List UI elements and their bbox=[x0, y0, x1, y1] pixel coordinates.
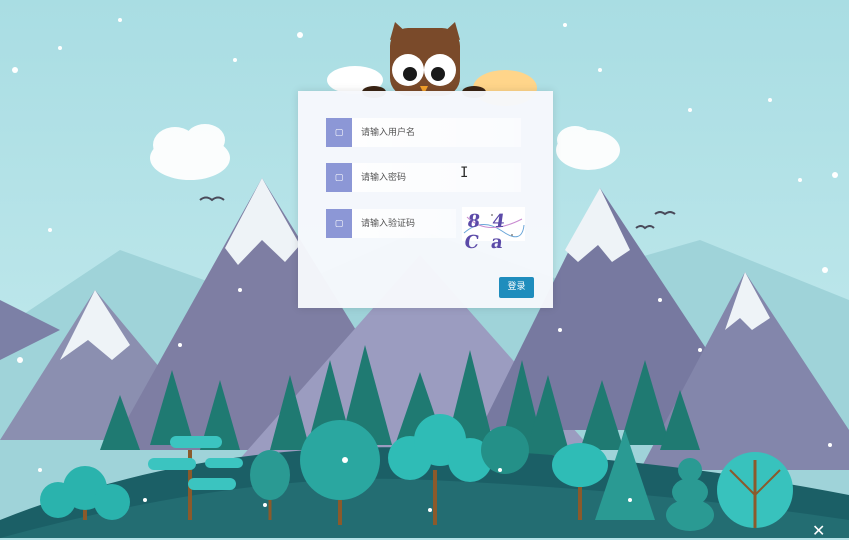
username-field[interactable]: ▢ bbox=[326, 118, 521, 147]
password-input[interactable] bbox=[352, 164, 521, 191]
login-button[interactable]: 登录 bbox=[499, 277, 534, 298]
login-panel: ▢ ▢ ▢ 8 4 C a 登录 I bbox=[298, 91, 553, 308]
shield-icon: ▢ bbox=[326, 209, 352, 238]
captcha-image[interactable]: 8 4 C a bbox=[462, 207, 525, 253]
username-input[interactable] bbox=[352, 119, 521, 146]
tree-fan bbox=[717, 452, 793, 528]
lock-icon: ▢ bbox=[326, 163, 352, 192]
captcha-input[interactable] bbox=[352, 210, 456, 237]
text-cursor-icon: I bbox=[460, 165, 469, 181]
captcha-code: 8 4 C a bbox=[463, 211, 510, 253]
cloud-left bbox=[150, 124, 230, 180]
captcha-field[interactable]: ▢ bbox=[326, 209, 456, 238]
user-icon: ▢ bbox=[326, 118, 352, 147]
password-field[interactable]: ▢ bbox=[326, 163, 521, 192]
close-icon[interactable]: ✕ bbox=[812, 523, 825, 539]
